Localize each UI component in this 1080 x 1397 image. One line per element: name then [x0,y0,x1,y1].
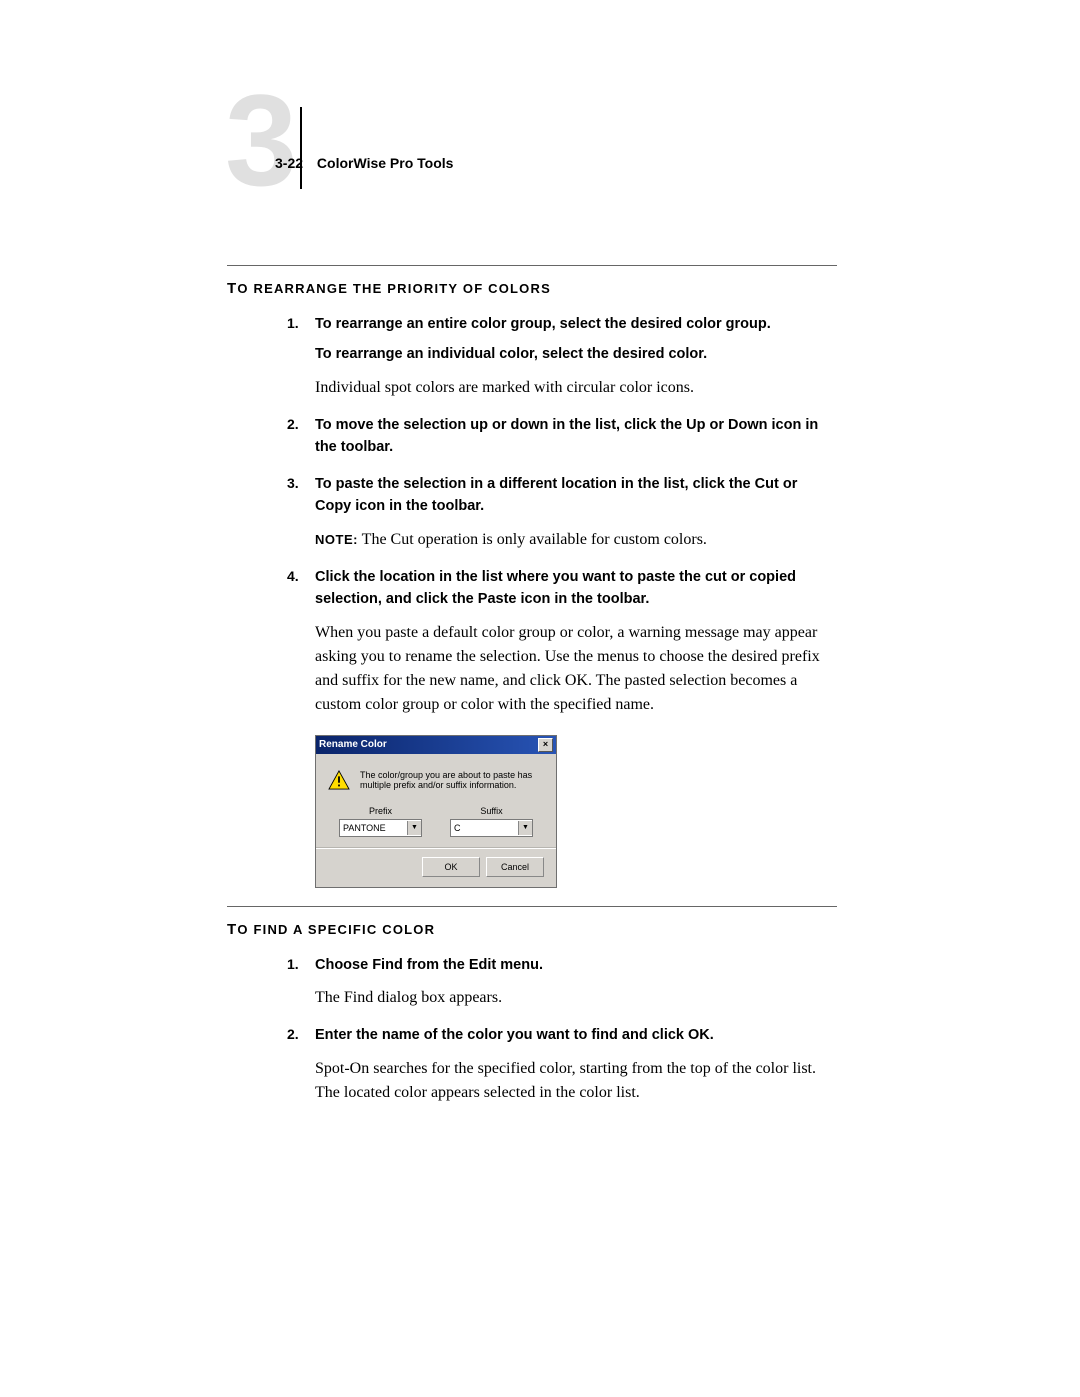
page-header: 3-22 ColorWise Pro Tools [275,155,453,171]
step-marker: 4. [287,566,299,587]
find-step-2: 2. Enter the name of the color you want … [287,1024,837,1104]
step-4: 4. Click the location in the list where … [287,566,837,717]
dialog-titlebar: Rename Color × [316,736,556,754]
body: TO REARRANGE THE PRIORITY OF COLORS 1. T… [227,280,837,1119]
note-label: NOTE: [315,532,358,547]
suffix-select[interactable]: C ▼ [450,819,533,837]
step-body: When you paste a default color group or … [315,621,837,717]
note-text: The Cut operation is only available for … [362,531,707,548]
step-1: 1. To rearrange an entire color group, s… [287,313,837,400]
step-instruction: To move the selection up or down in the … [315,414,837,459]
step-instruction: To rearrange an entire color group, sele… [315,313,837,335]
page: 3 3-22 ColorWise Pro Tools TO REARRANGE … [0,0,1080,170]
dialog-separator [316,847,556,849]
step-marker: 2. [287,414,299,435]
prefix-select[interactable]: PANTONE ▼ [339,819,422,837]
step-instruction: Click the location in the list where you… [315,566,837,611]
step-marker: 2. [287,1024,299,1045]
chevron-down-icon: ▼ [407,821,421,835]
dialog-body: The color/group you are about to paste h… [316,754,556,887]
steps-find: 1. Choose Find from the Edit menu. The F… [287,954,837,1105]
step-body: The Find dialog box appears. [315,986,837,1010]
chevron-down-icon: ▼ [518,821,532,835]
step-marker: 3. [287,473,299,494]
chapter-number: 3 [225,75,297,205]
prefix-value: PANTONE [343,823,386,833]
warning-icon [328,770,350,790]
prefix-label: Prefix [369,806,392,816]
step-body: Individual spot colors are marked with c… [315,376,837,400]
step-instruction: Choose Find from the Edit menu. [315,954,837,976]
step-sub-instruction: To rearrange an individual color, select… [315,343,837,365]
cancel-button[interactable]: Cancel [486,857,544,877]
page-title: ColorWise Pro Tools [317,155,454,171]
ok-button[interactable]: OK [422,857,480,877]
step-body: Spot-On searches for the specified color… [315,1057,837,1105]
steps-rearrange: 1. To rearrange an entire color group, s… [287,313,837,717]
suffix-field: Suffix C ▼ [450,806,533,837]
step-3: 3. To paste the selection in a different… [287,473,837,552]
step-2: 2. To move the selection up or down in t… [287,414,837,459]
dialog-message: The color/group you are about to paste h… [360,770,544,790]
step-marker: 1. [287,954,299,975]
header-divider [300,107,302,189]
prefix-field: Prefix PANTONE ▼ [339,806,422,837]
dialog-title-text: Rename Color [319,739,387,750]
suffix-label: Suffix [480,806,502,816]
close-icon[interactable]: × [538,738,553,752]
page-ref: 3-22 [275,155,313,171]
step-note: NOTE: The Cut operation is only availabl… [315,528,837,552]
rename-color-dialog: Rename Color × The color/group you are a… [315,735,557,888]
find-step-1: 1. Choose Find from the Edit menu. The F… [287,954,837,1010]
step-instruction: To paste the selection in a different lo… [315,473,837,518]
step-marker: 1. [287,313,299,334]
step-instruction: Enter the name of the color you want to … [315,1024,837,1046]
rule-top [227,265,837,266]
rule-section [227,906,837,907]
section-heading-rearrange: TO REARRANGE THE PRIORITY OF COLORS [227,280,837,297]
section-heading-find: TO FIND A SPECIFIC COLOR [227,921,837,938]
suffix-value: C [454,823,461,833]
